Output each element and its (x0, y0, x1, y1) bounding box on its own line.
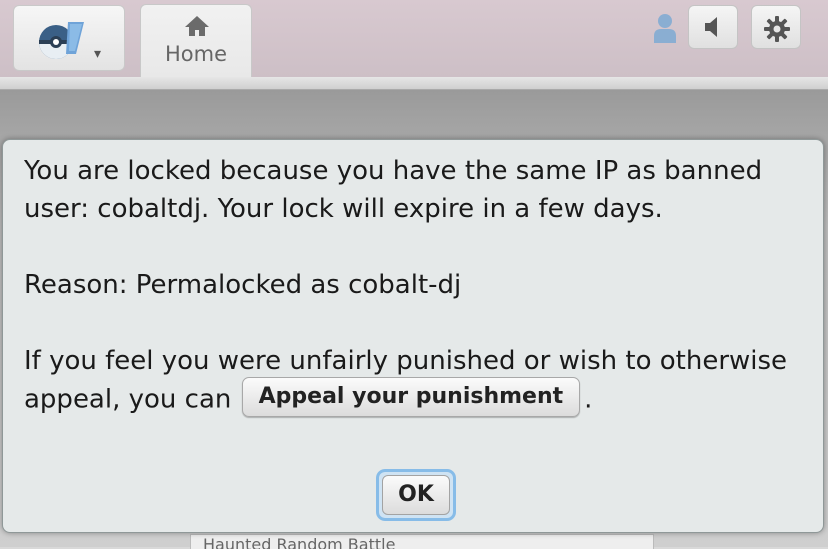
ok-button-focus-ring[interactable]: OK (376, 469, 456, 521)
home-icon (185, 16, 209, 36)
appeal-text: If you feel you were unfairly punished o… (24, 342, 804, 420)
appeal-button[interactable]: Appeal your punishment (241, 377, 581, 417)
pokeball-logo-icon (39, 22, 84, 59)
tab-home-label: Home (164, 42, 227, 66)
tab-strip (0, 77, 828, 90)
tab-home[interactable]: Home (140, 4, 252, 78)
dialog-message: You are locked because you have the same… (24, 152, 804, 420)
ban-reason-text: Reason: Permalocked as cobalt-dj (24, 270, 462, 300)
appeal-suffix: . (584, 384, 593, 415)
chevron-down-icon: ▾ (94, 46, 102, 62)
volume-icon (705, 17, 717, 37)
ok-button[interactable]: OK (382, 475, 450, 515)
top-header: ▾ Home (0, 0, 828, 78)
sound-button[interactable] (688, 5, 738, 49)
lock-reason-text: You are locked because you have the same… (24, 156, 763, 224)
main-menu-button[interactable]: ▾ (13, 5, 125, 71)
lock-notice-dialog: You are locked because you have the same… (2, 139, 824, 533)
user-icon[interactable] (652, 12, 678, 44)
settings-button[interactable] (751, 5, 801, 49)
gear-icon (764, 16, 790, 42)
